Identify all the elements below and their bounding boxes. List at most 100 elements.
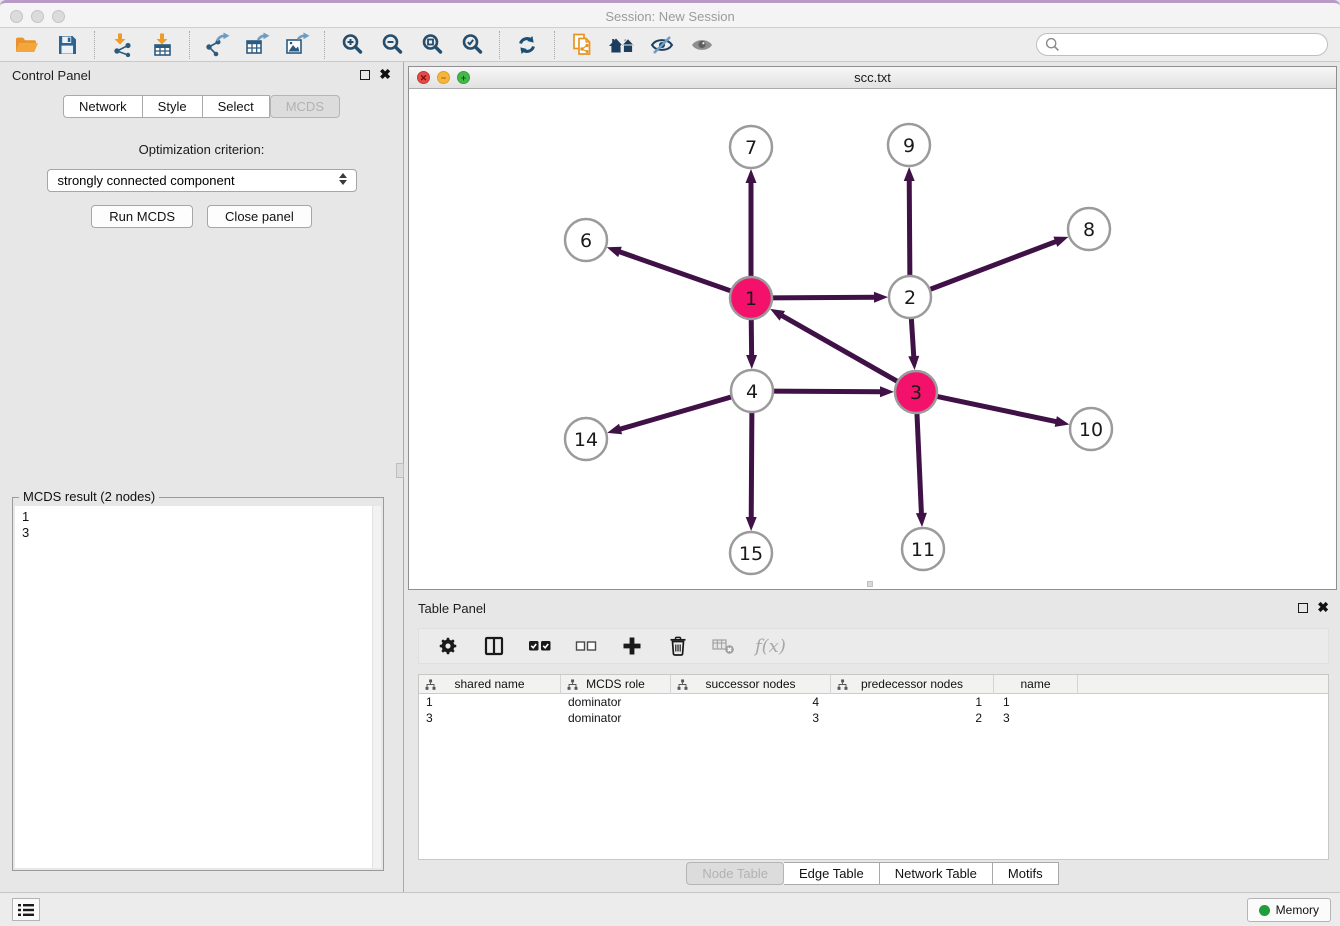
close-panel-icon[interactable]: ✖ xyxy=(379,69,391,80)
cell-predecessor-nodes[interactable]: 2 xyxy=(831,710,994,726)
tab-style[interactable]: Style xyxy=(143,95,203,118)
edge-3-1[interactable] xyxy=(770,309,899,383)
table-row[interactable]: 1 dominator 4 1 1 xyxy=(419,694,1328,710)
graph-node-1[interactable]: 1 xyxy=(730,277,772,319)
edge-2-8[interactable] xyxy=(928,237,1069,291)
network-close-icon[interactable]: ✕ xyxy=(417,71,430,84)
column-header-name[interactable]: name xyxy=(994,675,1078,694)
cell-successor-nodes[interactable]: 3 xyxy=(671,710,831,726)
clone-network-icon[interactable] xyxy=(568,31,596,59)
select-all-checks-icon[interactable] xyxy=(525,631,555,661)
show-eye-icon[interactable] xyxy=(688,31,716,59)
cell-mcds-role[interactable]: dominator xyxy=(561,694,671,710)
cell-name[interactable]: 1 xyxy=(994,694,1078,710)
export-table-icon[interactable] xyxy=(243,31,271,59)
graph-node-15[interactable]: 15 xyxy=(730,532,772,574)
edge-4-3[interactable] xyxy=(771,386,894,397)
mcds-result-list[interactable]: 1 3 xyxy=(15,506,381,868)
deselect-all-checks-icon[interactable] xyxy=(571,631,601,661)
table-row[interactable]: 3 dominator 3 2 3 xyxy=(419,710,1328,726)
network-graph[interactable]: 7 9 6 8 1 2 4 3 14 10 15 11 xyxy=(409,89,1336,589)
graph-node-10[interactable]: 10 xyxy=(1070,408,1112,450)
panel-splitter-handle[interactable] xyxy=(396,463,404,478)
graph-node-6[interactable]: 6 xyxy=(565,219,607,261)
tab-node-table[interactable]: Node Table xyxy=(686,862,784,885)
zoom-in-icon[interactable] xyxy=(338,31,366,59)
mcds-result-item[interactable]: 3 xyxy=(22,525,381,541)
zoom-out-icon[interactable] xyxy=(378,31,406,59)
edge-4-15[interactable] xyxy=(746,410,757,531)
edge-3-10[interactable] xyxy=(935,396,1070,427)
task-history-button[interactable] xyxy=(12,898,40,921)
edge-2-3[interactable] xyxy=(908,316,919,370)
export-network-icon[interactable] xyxy=(203,31,231,59)
network-canvas[interactable]: 7 9 6 8 1 2 4 3 14 10 15 11 xyxy=(409,89,1336,589)
zoom-selected-icon[interactable] xyxy=(458,31,486,59)
column-header-predecessor-nodes[interactable]: predecessor nodes xyxy=(831,675,994,694)
float-table-panel-icon[interactable] xyxy=(1298,603,1308,613)
delete-column-icon[interactable] xyxy=(663,631,693,661)
graph-node-2[interactable]: 2 xyxy=(889,276,931,318)
canvas-grip-handle[interactable] xyxy=(867,581,873,587)
control-panel: Control Panel ✖ Network Style Select MCD… xyxy=(0,62,404,892)
network-window-titlebar[interactable]: ✕ − + scc.txt xyxy=(409,67,1336,89)
edge-1-2[interactable] xyxy=(770,292,888,303)
column-options-icon[interactable] xyxy=(479,631,509,661)
tab-select[interactable]: Select xyxy=(203,95,270,118)
graph-node-4[interactable]: 4 xyxy=(731,370,773,412)
cell-mcds-role[interactable]: dominator xyxy=(561,710,671,726)
tab-network-table[interactable]: Network Table xyxy=(880,862,993,885)
graph-node-7[interactable]: 7 xyxy=(730,126,772,168)
close-table-panel-icon[interactable]: ✖ xyxy=(1317,602,1329,613)
export-image-icon[interactable] xyxy=(283,31,311,59)
cell-name[interactable]: 3 xyxy=(994,710,1078,726)
add-column-icon[interactable] xyxy=(617,631,647,661)
cell-shared-name[interactable]: 1 xyxy=(419,694,561,710)
tab-motifs[interactable]: Motifs xyxy=(993,862,1059,885)
mcds-result-item[interactable]: 1 xyxy=(22,509,381,525)
close-panel-button[interactable]: Close panel xyxy=(207,205,312,228)
result-scrollbar[interactable] xyxy=(372,506,381,868)
search-input[interactable] xyxy=(1036,33,1328,56)
settings-gear-icon[interactable] xyxy=(433,631,463,661)
edge-1-4[interactable] xyxy=(746,317,757,369)
memory-button[interactable]: Memory xyxy=(1247,898,1331,922)
import-network-icon[interactable] xyxy=(108,31,136,59)
edge-2-9[interactable] xyxy=(904,167,915,278)
graph-node-8[interactable]: 8 xyxy=(1068,208,1110,250)
run-mcds-button[interactable]: Run MCDS xyxy=(91,205,193,228)
import-table-icon[interactable] xyxy=(148,31,176,59)
tab-network[interactable]: Network xyxy=(63,95,143,118)
column-header-mcds-role[interactable]: MCDS role xyxy=(561,675,671,694)
network-maximize-icon[interactable]: + xyxy=(457,71,470,84)
float-panel-icon[interactable] xyxy=(360,70,370,80)
graph-node-9[interactable]: 9 xyxy=(888,124,930,166)
zoom-fit-icon[interactable] xyxy=(418,31,446,59)
svg-text:11: 11 xyxy=(911,539,935,561)
network-minimize-icon[interactable]: − xyxy=(437,71,450,84)
graph-node-3[interactable]: 3 xyxy=(895,371,937,413)
edge-4-14[interactable] xyxy=(607,396,734,434)
hide-graphics-icon[interactable] xyxy=(648,31,676,59)
cell-shared-name[interactable]: 3 xyxy=(419,710,561,726)
column-header-shared-name[interactable]: shared name xyxy=(419,675,561,694)
cell-successor-nodes[interactable]: 4 xyxy=(671,694,831,710)
edge-1-7[interactable] xyxy=(746,169,757,279)
search-container xyxy=(1036,33,1328,56)
graph-node-14[interactable]: 14 xyxy=(565,418,607,460)
tab-edge-table[interactable]: Edge Table xyxy=(784,862,880,885)
home-icon[interactable] xyxy=(608,31,636,59)
cell-predecessor-nodes[interactable]: 1 xyxy=(831,694,994,710)
mcds-result-box: MCDS result (2 nodes) 1 3 xyxy=(12,497,384,871)
graph-node-11[interactable]: 11 xyxy=(902,528,944,570)
edge-1-6[interactable] xyxy=(607,247,733,292)
open-file-icon[interactable] xyxy=(13,31,41,59)
column-header-successor-nodes[interactable]: successor nodes xyxy=(671,675,831,694)
criterion-dropdown[interactable]: strongly connected component xyxy=(47,169,357,192)
save-session-icon[interactable] xyxy=(53,31,81,59)
refresh-layout-icon[interactable] xyxy=(513,31,541,59)
svg-text:7: 7 xyxy=(745,137,757,159)
app-title: Session: New Session xyxy=(0,9,1340,24)
tab-mcds[interactable]: MCDS xyxy=(270,95,340,118)
edge-3-11[interactable] xyxy=(916,411,927,527)
